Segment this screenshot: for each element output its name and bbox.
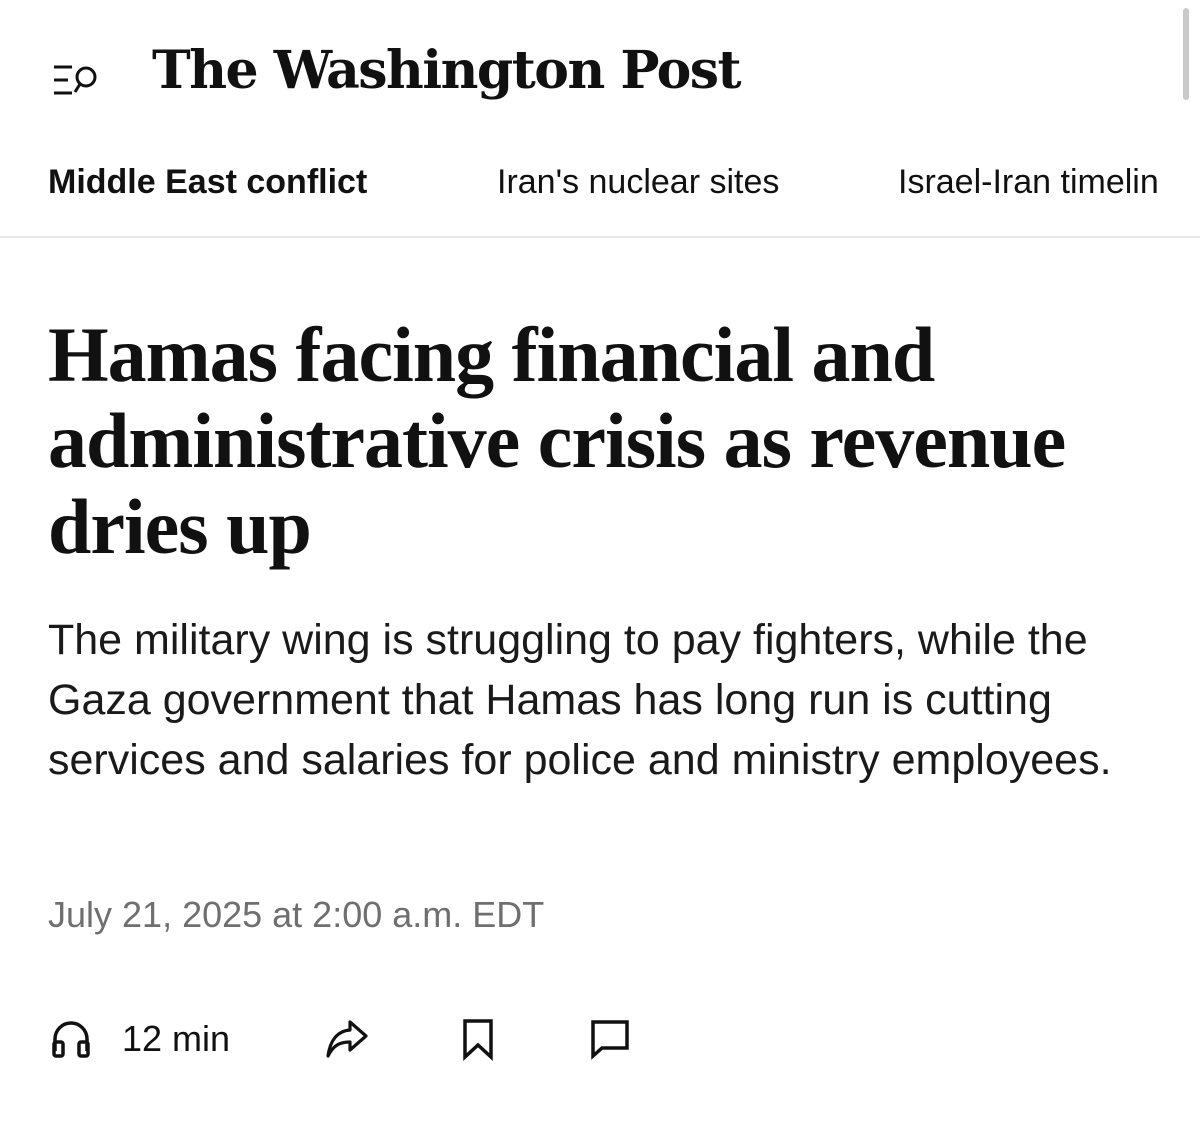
- comment-icon: [588, 1017, 632, 1061]
- article-dek: The military wing is struggling to pay f…: [48, 616, 1112, 784]
- top-bar: The Washington Post: [0, 0, 1200, 140]
- topic-subnav: Middle East conflict Iran's nuclear site…: [0, 140, 1200, 238]
- subnav-item-iran-nuclear-sites[interactable]: Iran's nuclear sites: [497, 160, 779, 204]
- save-button[interactable]: [460, 1017, 496, 1061]
- listen-duration: 12 min: [122, 1018, 231, 1059]
- article-actions: 12 min: [0, 1005, 1200, 1075]
- subnav-item-israel-iran-timeline[interactable]: Israel-Iran timelin: [898, 160, 1159, 204]
- menu-search-icon[interactable]: [50, 60, 102, 100]
- share-icon: [324, 1017, 370, 1061]
- comments-button[interactable]: [588, 1017, 632, 1061]
- subnav-item-middle-east-conflict[interactable]: Middle East conflict: [48, 160, 367, 204]
- listen-button[interactable]: 12 min: [50, 1017, 230, 1061]
- masthead-logo[interactable]: The Washington Post: [152, 40, 742, 102]
- bookmark-icon: [460, 1017, 496, 1061]
- scrollbar[interactable]: [1183, 8, 1189, 100]
- share-button[interactable]: [324, 1017, 370, 1061]
- headphones-icon: [50, 1017, 92, 1061]
- article-headline: Hamas facing financial and administrativ…: [48, 311, 1066, 570]
- article-timestamp: July 21, 2025 at 2:00 a.m. EDT: [48, 894, 545, 935]
